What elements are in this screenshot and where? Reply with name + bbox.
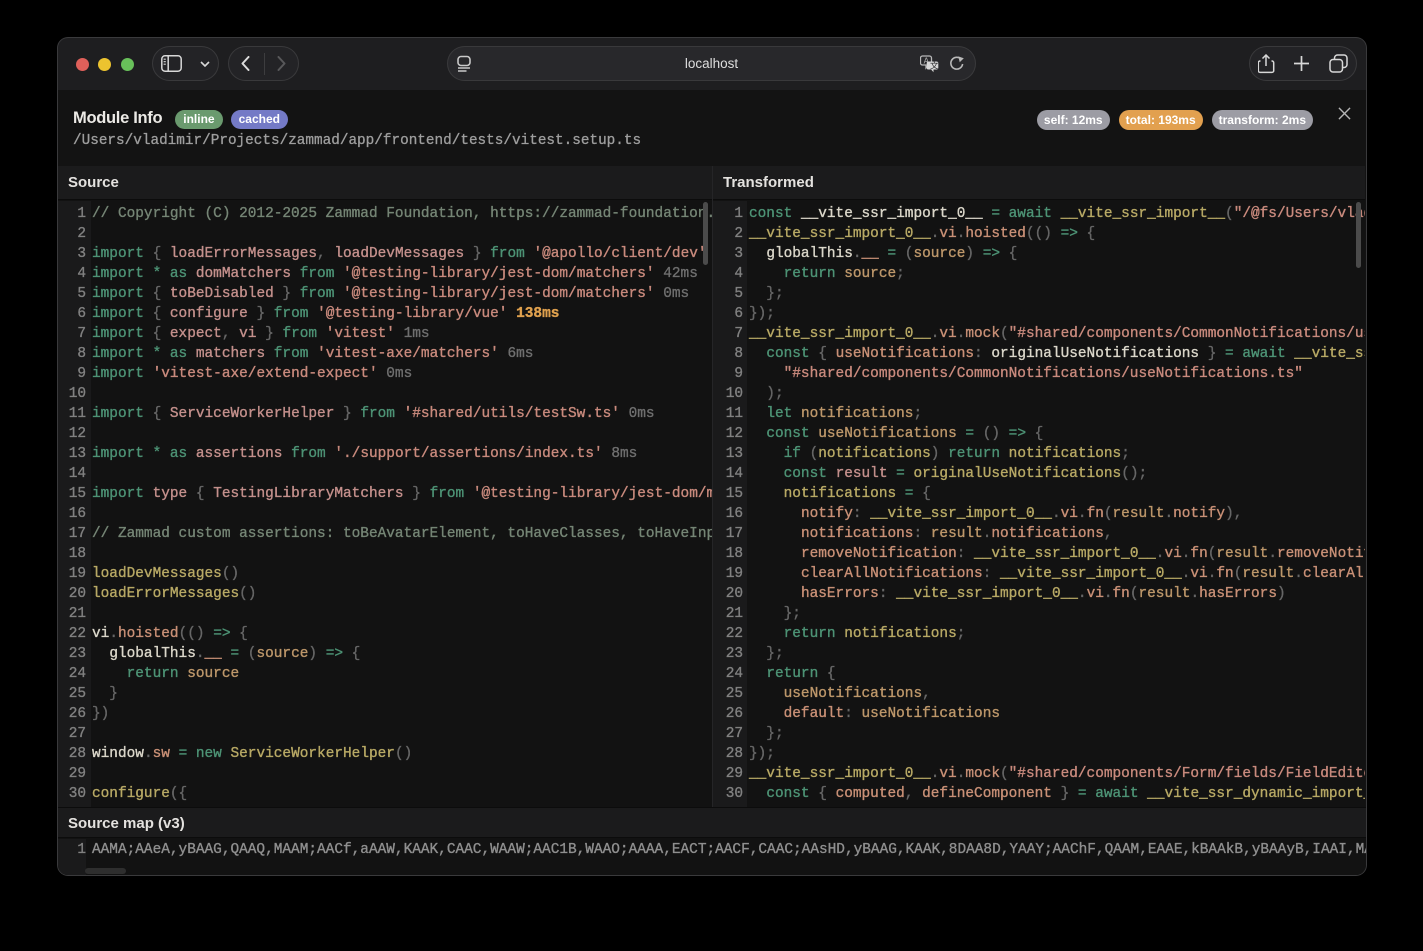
svg-text:文: 文	[930, 60, 939, 70]
